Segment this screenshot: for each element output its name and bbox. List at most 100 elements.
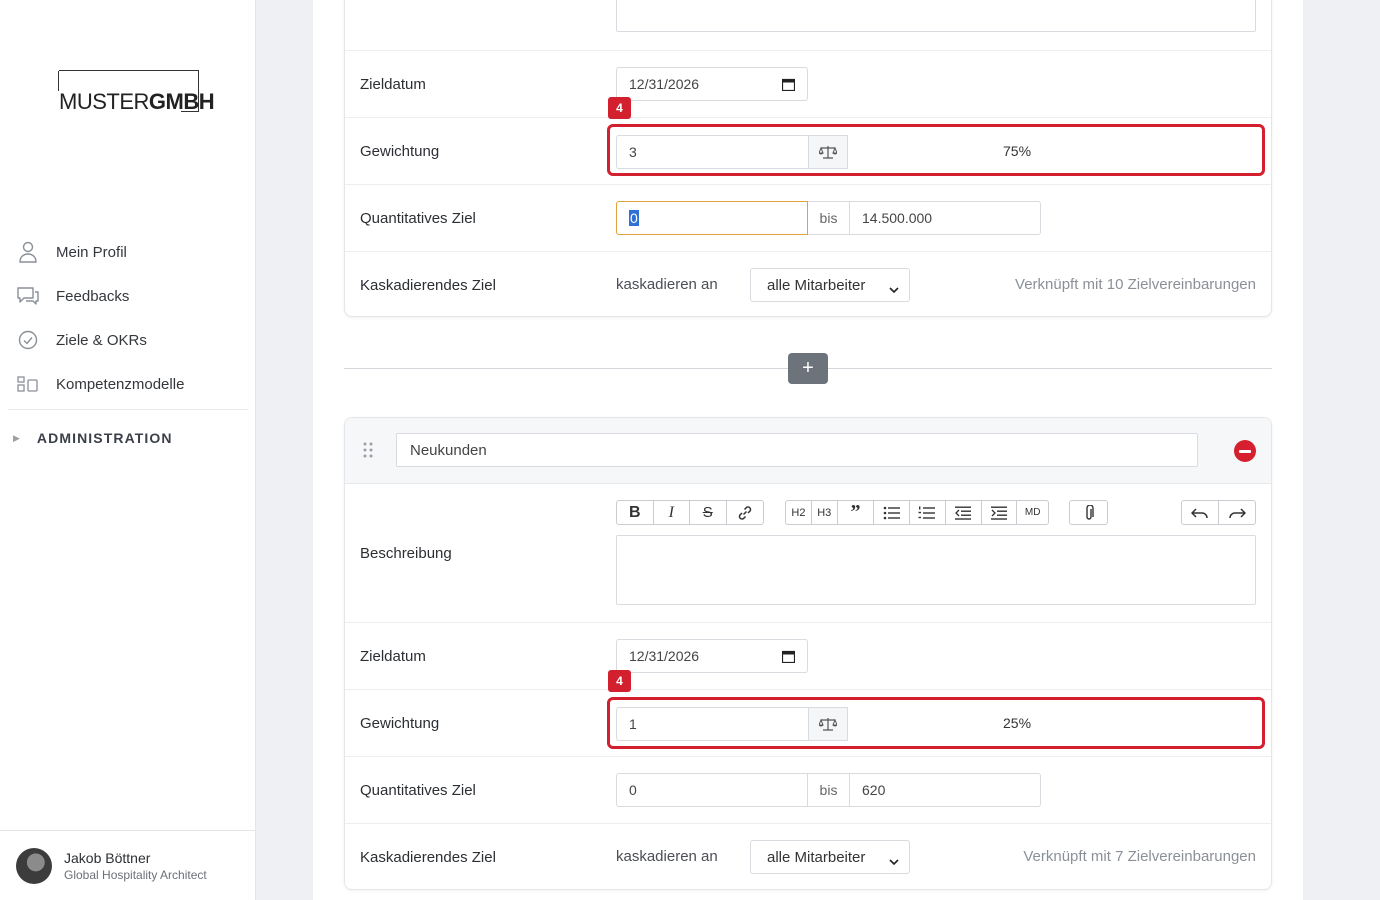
kask-label: Kaskadierendes Ziel	[360, 849, 496, 866]
row-zieldatum: Zieldatum 12/31/2026	[345, 50, 1271, 117]
link-icon	[738, 505, 751, 520]
calendar-icon[interactable]	[781, 78, 796, 94]
numbered-list-button[interactable]	[910, 501, 946, 524]
zieldatum-value: 12/31/2026	[629, 76, 700, 92]
row-beschreibung: Beschreibung B I S H2 H3 ” MD	[345, 484, 1271, 622]
user-role: Global Hospitality Architect	[64, 867, 207, 882]
bis-label: bis	[808, 773, 849, 807]
sidebar-item-administration[interactable]: ▶ ADMINISTRATION	[8, 410, 248, 466]
zieldatum-input[interactable]: 12/31/2026	[616, 639, 808, 673]
numbered-list-icon	[918, 506, 936, 519]
indent-icon	[990, 506, 1007, 520]
verknuepft-link[interactable]: Verknüpft mit 7 Zielvereinbarungen	[1023, 848, 1256, 865]
drag-handle-icon[interactable]	[363, 442, 373, 463]
sidebar-item-label: Mein Profil	[56, 243, 127, 261]
kaskadieren-select-value: alle Mitarbeiter	[767, 848, 866, 866]
highlight-box	[607, 697, 1265, 749]
zieldatum-label: Zieldatum	[360, 648, 426, 665]
kaskadieren-select[interactable]: alle Mitarbeiter	[750, 840, 910, 874]
gewichtung-label: Gewichtung	[360, 143, 440, 160]
quant-from-input[interactable]: 0	[616, 201, 808, 235]
sidebar: MUSTERGMBH Mein Profil Feedbacks Ziele &…	[0, 0, 256, 900]
redo-button[interactable]	[1219, 501, 1255, 524]
h3-button[interactable]: H3	[812, 501, 838, 524]
highlight-box	[607, 124, 1265, 176]
annotation-badge: 4	[608, 97, 631, 119]
row-kaskadierendes-ziel: Kaskadierendes Ziel kaskadieren an alle …	[345, 251, 1271, 318]
goal-title-input[interactable]: Neukunden	[396, 433, 1198, 467]
row-zieldatum: Zieldatum 12/31/2026	[345, 622, 1271, 689]
undo-button[interactable]	[1182, 501, 1219, 524]
sidebar-nav: Mein Profil Feedbacks Ziele & OKRs Kompe…	[8, 230, 248, 466]
outdent-button[interactable]	[946, 501, 982, 524]
sidebar-item-mein-profil[interactable]: Mein Profil	[8, 230, 248, 274]
bullet-list-button[interactable]	[874, 501, 911, 524]
toolbar-history-group	[1181, 500, 1256, 525]
check-circle-icon	[16, 328, 40, 352]
bullet-list-icon	[883, 506, 900, 519]
italic-button[interactable]: I	[654, 501, 690, 524]
user-name: Jakob Böttner	[64, 849, 151, 866]
undo-icon	[1191, 507, 1208, 518]
administration-label: ADMINISTRATION	[36, 430, 173, 446]
quant-label: Quantitatives Ziel	[360, 782, 476, 799]
strikethrough-button[interactable]: S	[690, 501, 727, 524]
kaskadieren-select[interactable]: alle Mitarbeiter	[750, 268, 910, 302]
remove-goal-button[interactable]	[1234, 440, 1256, 462]
kaskadieren-select-value: alle Mitarbeiter	[767, 276, 866, 294]
verknuepft-link[interactable]: Verknüpft mit 10 Zielvereinbarungen	[1015, 276, 1256, 293]
blocks-icon	[16, 372, 40, 396]
main-content: Zieldatum 12/31/2026 Gewichtung 3 75% Qu…	[313, 0, 1303, 900]
h2-button[interactable]: H2	[786, 501, 812, 524]
quant-from-input[interactable]: 0	[616, 773, 808, 807]
chevron-down-icon	[889, 853, 899, 870]
user-icon	[16, 240, 40, 264]
attachment-button[interactable]	[1070, 501, 1107, 524]
redo-icon	[1229, 507, 1246, 518]
zieldatum-label: Zieldatum	[360, 76, 426, 93]
user-profile[interactable]: Jakob Böttner Global Hospitality Archite…	[0, 830, 256, 900]
row-quantitatives-ziel: Quantitatives Ziel 0 bis 14.500.000	[345, 184, 1271, 251]
quote-button[interactable]: ”	[838, 501, 875, 524]
description-editor[interactable]	[616, 535, 1256, 605]
quant-to-input[interactable]: 14.500.000	[849, 201, 1041, 235]
calendar-icon[interactable]	[781, 650, 796, 666]
paperclip-icon	[1085, 504, 1094, 520]
company-logo[interactable]: MUSTERGMBH	[58, 70, 215, 114]
sidebar-item-label: Feedbacks	[56, 287, 130, 305]
add-goal-button[interactable]: +	[788, 353, 828, 384]
bis-label: bis	[808, 201, 849, 235]
sidebar-item-label: Kompetenzmodelle	[56, 375, 185, 393]
gewichtung-label: Gewichtung	[360, 715, 440, 732]
sidebar-item-feedbacks[interactable]: Feedbacks	[8, 274, 248, 318]
kask-label: Kaskadierendes Ziel	[360, 277, 496, 294]
annotation-badge: 4	[608, 670, 631, 692]
goal-card-2: Neukunden Beschreibung B I S H2 H3 ” MD …	[344, 417, 1272, 890]
quant-to-input[interactable]: 620	[849, 773, 1041, 807]
link-button[interactable]	[727, 501, 763, 524]
beschreibung-label: Beschreibung	[360, 544, 452, 562]
bold-button[interactable]: B	[617, 501, 654, 524]
logo-text-bold: GMBH	[148, 89, 215, 114]
goal-title-row: Neukunden	[345, 418, 1271, 484]
outdent-icon	[955, 506, 972, 520]
row-quantitatives-ziel: Quantitatives Ziel 0 bis 620	[345, 756, 1271, 823]
markdown-button[interactable]: MD	[1017, 501, 1048, 524]
kaskadieren-an-label: kaskadieren an	[616, 276, 718, 293]
chevron-down-icon	[889, 281, 899, 298]
description-editor[interactable]	[616, 0, 1256, 32]
zieldatum-input[interactable]: 12/31/2026	[616, 67, 808, 101]
avatar	[16, 847, 52, 884]
kaskadieren-an-label: kaskadieren an	[616, 848, 718, 865]
sidebar-item-kompetenzmodelle[interactable]: Kompetenzmodelle	[8, 362, 248, 406]
quant-label: Quantitatives Ziel	[360, 210, 476, 227]
toolbar-format-group: B I S	[616, 500, 764, 525]
logo-text-light: MUSTER	[59, 89, 149, 114]
sidebar-item-label: Ziele & OKRs	[56, 331, 147, 349]
toolbar-block-group: H2 H3 ” MD	[785, 500, 1049, 525]
row-kaskadierendes-ziel: Kaskadierendes Ziel kaskadieren an alle …	[345, 823, 1271, 890]
toolbar-attach-group	[1069, 500, 1108, 525]
sidebar-item-ziele-okrs[interactable]: Ziele & OKRs	[8, 318, 248, 362]
zieldatum-value: 12/31/2026	[629, 648, 700, 664]
indent-button[interactable]	[982, 501, 1018, 524]
